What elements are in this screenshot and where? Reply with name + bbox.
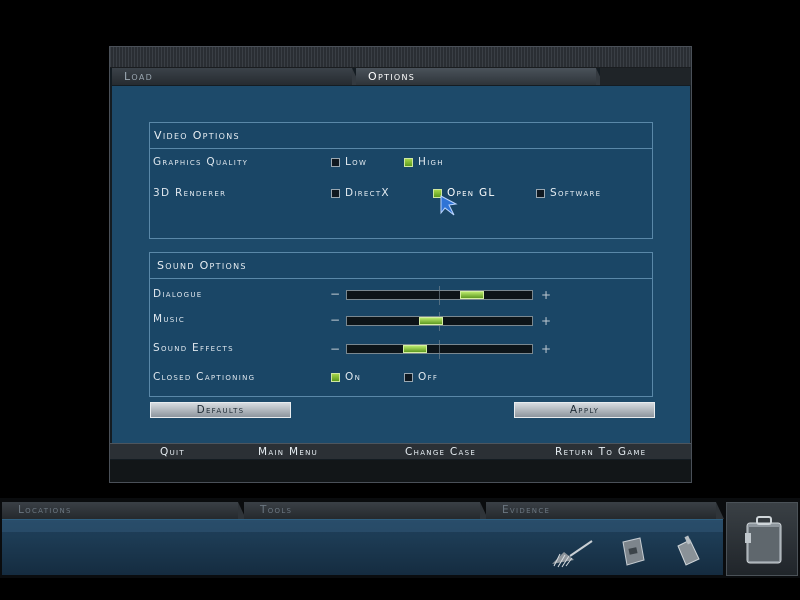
checkbox-icon[interactable] <box>331 188 340 198</box>
renderer-software-option[interactable]: Software <box>536 187 601 199</box>
apply-button[interactable]: Apply <box>514 402 655 418</box>
renderer-label: 3D Renderer <box>153 187 227 199</box>
tab-load[interactable]: Load <box>112 68 360 85</box>
case-file-slot[interactable] <box>726 502 798 576</box>
sound-effects-label: Sound Effects <box>153 342 234 354</box>
inventory-tray <box>2 519 723 575</box>
dialogue-slider[interactable] <box>346 286 533 305</box>
dialogue-slider-thumb[interactable] <box>460 291 484 299</box>
video-options-group: Video Options Graphics Quality Low High … <box>149 122 653 239</box>
return-to-game-button[interactable]: Return To Game <box>555 444 646 460</box>
options-panel: Video Options Graphics Quality Low High … <box>112 86 690 443</box>
checkbox-checked-icon[interactable] <box>331 372 340 382</box>
sound-effects-slider-thumb[interactable] <box>403 345 427 353</box>
music-slider-thumb[interactable] <box>419 317 443 325</box>
evidence-bag-icon[interactable] <box>618 534 646 568</box>
renderer-directx-label: DirectX <box>345 187 390 199</box>
checkbox-icon[interactable] <box>331 157 340 167</box>
video-options-title: Video Options <box>150 123 652 149</box>
music-slider[interactable] <box>346 312 533 331</box>
brush-icon[interactable] <box>550 538 594 568</box>
options-window: Load Options Video Options Graphics Qual… <box>109 46 692 483</box>
tab-locations[interactable]: Locations <box>2 502 246 519</box>
renderer-software-label: Software <box>550 187 602 199</box>
graphics-low-label: Low <box>345 156 368 168</box>
defaults-button[interactable]: Defaults <box>150 402 291 418</box>
fingerprint-kit-icon[interactable] <box>674 534 702 568</box>
renderer-directx-option[interactable]: DirectX <box>331 187 390 199</box>
music-label: Music <box>153 313 186 325</box>
sound-effects-increase-button[interactable]: + <box>541 342 551 356</box>
window-bottom-strip <box>110 460 691 482</box>
tab-options[interactable]: Options <box>356 68 604 85</box>
graphics-high-label: High <box>418 156 444 168</box>
briefcase-icon[interactable] <box>727 503 799 577</box>
dialogue-label: Dialogue <box>153 288 203 300</box>
captioning-off-option[interactable]: Off <box>404 371 438 383</box>
closed-captioning-label: Closed Captioning <box>153 371 256 383</box>
captioning-on-option[interactable]: On <box>331 371 361 383</box>
checkbox-icon[interactable] <box>536 188 545 198</box>
sound-options-title: Sound Options <box>150 253 652 279</box>
quit-button[interactable]: Quit <box>160 444 185 460</box>
dialogue-decrease-button[interactable]: − <box>330 287 340 301</box>
inventory-bar: Locations Tools Evidence <box>0 498 800 578</box>
mouse-cursor-icon <box>440 195 458 216</box>
window-header-strip <box>110 47 691 68</box>
tab-strip-filler <box>600 68 691 85</box>
main-menu-button[interactable]: Main Menu <box>258 444 318 460</box>
dialogue-increase-button[interactable]: + <box>541 288 551 302</box>
sound-options-group: Sound Options Dialogue − + Music − + Sou… <box>149 252 653 397</box>
graphics-high-option[interactable]: High <box>404 156 444 168</box>
sound-effects-decrease-button[interactable]: − <box>330 342 340 356</box>
sound-effects-slider[interactable] <box>346 340 533 359</box>
checkbox-icon[interactable] <box>404 372 413 382</box>
music-increase-button[interactable]: + <box>541 314 551 328</box>
captioning-off-label: Off <box>418 371 439 383</box>
change-case-button[interactable]: Change Case <box>405 444 476 460</box>
graphics-low-option[interactable]: Low <box>331 156 367 168</box>
graphics-quality-label: Graphics Quality <box>153 156 249 168</box>
window-navigation-bar: Quit Main Menu Change Case Return To Gam… <box>110 443 691 459</box>
slider-center-mark <box>439 340 440 359</box>
checkbox-checked-icon[interactable] <box>404 157 413 167</box>
captioning-on-label: On <box>345 371 362 383</box>
tab-evidence[interactable]: Evidence <box>486 502 724 519</box>
slider-center-mark <box>439 286 440 305</box>
tab-tools[interactable]: Tools <box>244 502 488 519</box>
music-decrease-button[interactable]: − <box>330 313 340 327</box>
